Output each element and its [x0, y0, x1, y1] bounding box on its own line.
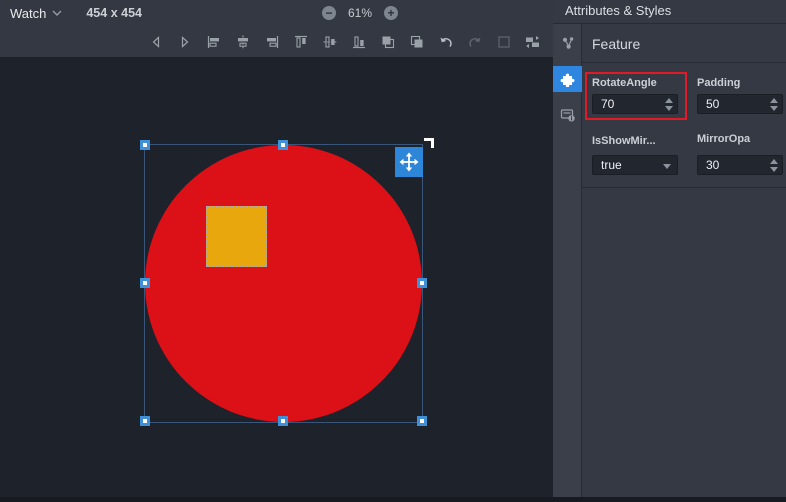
bring-forward-icon: [380, 34, 396, 50]
puzzle-icon: [560, 72, 575, 87]
tab-feature-selected[interactable]: [553, 66, 582, 92]
mirror-opacity-label: MirrorOpa: [697, 133, 750, 145]
divider: [582, 62, 786, 63]
redo-icon: [467, 34, 483, 50]
transform-icon: [524, 34, 541, 50]
selection-handle-bottom-center[interactable]: [278, 416, 288, 426]
align-center-horizontal-button[interactable]: [234, 33, 251, 50]
is-show-mirror-value: true: [601, 158, 622, 172]
send-backward-icon: [409, 34, 425, 50]
back-icon: [148, 34, 164, 50]
stepper-down-icon: [665, 106, 673, 111]
panel-title: Attributes & Styles: [553, 0, 786, 24]
move-tool-button[interactable]: [395, 147, 423, 177]
forward-button[interactable]: [176, 33, 193, 50]
selection-box-button[interactable]: [495, 33, 512, 50]
undo-icon: [438, 34, 454, 50]
card-info-icon: [560, 107, 576, 123]
stepper-up-icon: [665, 98, 673, 103]
zoom-in-button[interactable]: +: [384, 6, 398, 20]
selection-handle-bottom-left[interactable]: [140, 416, 150, 426]
is-show-mirror-dropdown[interactable]: true: [592, 155, 678, 175]
app-root: Watch 454 x 454 − 61% +: [0, 0, 786, 502]
bring-forward-button[interactable]: [379, 33, 396, 50]
redo-button[interactable]: [466, 33, 483, 50]
rotate-angle-stepper[interactable]: [665, 95, 673, 113]
canvas-size-label: 454 x 454: [86, 6, 142, 20]
send-backward-button[interactable]: [408, 33, 425, 50]
selection-corner-marker: [424, 138, 434, 148]
align-left-icon: [206, 34, 222, 50]
mirror-opacity-value: 30: [706, 158, 719, 172]
rotate-angle-label: RotateAngle: [592, 77, 657, 89]
align-bottom-icon: [351, 34, 367, 50]
forward-icon: [177, 34, 193, 50]
selection-handle-middle-left[interactable]: [140, 278, 150, 288]
align-center-horizontal-icon: [235, 34, 251, 50]
align-middle-vertical-button[interactable]: [321, 33, 338, 50]
rotate-angle-value: 70: [601, 97, 614, 111]
feature-section: Feature RotateAngle 70 Padding 50 IsShow…: [582, 24, 786, 502]
workspace: Watch 454 x 454 − 61% +: [0, 0, 553, 502]
padding-label: Padding: [697, 77, 740, 89]
undo-button[interactable]: [437, 33, 454, 50]
panel-tab-strip: [553, 24, 582, 502]
users-icon: [560, 35, 576, 51]
zoom-level: 61%: [346, 6, 374, 20]
dropdown-caret-icon: [663, 164, 671, 169]
tab-users[interactable]: [553, 30, 582, 56]
panel-body: Feature RotateAngle 70 Padding 50 IsShow…: [553, 24, 786, 502]
device-dropdown-label: Watch: [10, 6, 46, 21]
align-middle-vertical-icon: [322, 34, 338, 50]
selection-handle-middle-right[interactable]: [417, 278, 427, 288]
topbar-row: Watch 454 x 454 − 61% +: [0, 0, 553, 26]
padding-stepper[interactable]: [770, 95, 778, 113]
yellow-square-shape[interactable]: [206, 206, 267, 267]
design-canvas[interactable]: [0, 57, 553, 502]
selection-handle-top-left[interactable]: [140, 140, 150, 150]
device-dropdown[interactable]: Watch: [10, 6, 62, 21]
align-right-icon: [264, 34, 280, 50]
chevron-down-icon: [52, 10, 62, 16]
align-top-button[interactable]: [292, 33, 309, 50]
tab-card-info[interactable]: [553, 102, 582, 128]
section-title: Feature: [592, 36, 640, 52]
mirror-opacity-input[interactable]: 30: [697, 155, 783, 175]
divider: [582, 187, 786, 188]
align-top-icon: [293, 34, 309, 50]
zoom-out-button[interactable]: −: [322, 6, 336, 20]
red-circle-shape[interactable]: [145, 145, 422, 422]
stepper-down-icon: [770, 106, 778, 111]
stepper-down-icon: [770, 167, 778, 172]
toolbar: [0, 26, 553, 57]
selection-handle-bottom-right[interactable]: [417, 416, 427, 426]
align-right-button[interactable]: [263, 33, 280, 50]
selection-handle-top-center[interactable]: [278, 140, 288, 150]
stepper-up-icon: [770, 98, 778, 103]
is-show-mirror-label: IsShowMir...: [592, 135, 656, 147]
padding-value: 50: [706, 97, 719, 111]
rotate-angle-input[interactable]: 70: [592, 94, 678, 114]
transform-button[interactable]: [524, 33, 541, 50]
mirror-opacity-stepper[interactable]: [770, 156, 778, 174]
zoom-controls: − 61% +: [322, 0, 398, 26]
move-icon: [399, 152, 419, 172]
bottom-edge: [0, 497, 786, 502]
stepper-up-icon: [770, 159, 778, 164]
align-left-button[interactable]: [205, 33, 222, 50]
attributes-panel: Attributes & Styles: [553, 0, 786, 502]
padding-input[interactable]: 50: [697, 94, 783, 114]
align-bottom-button[interactable]: [350, 33, 367, 50]
topbar: Watch 454 x 454 − 61% +: [0, 0, 553, 57]
selection-box-icon: [496, 34, 512, 50]
back-button[interactable]: [147, 33, 164, 50]
